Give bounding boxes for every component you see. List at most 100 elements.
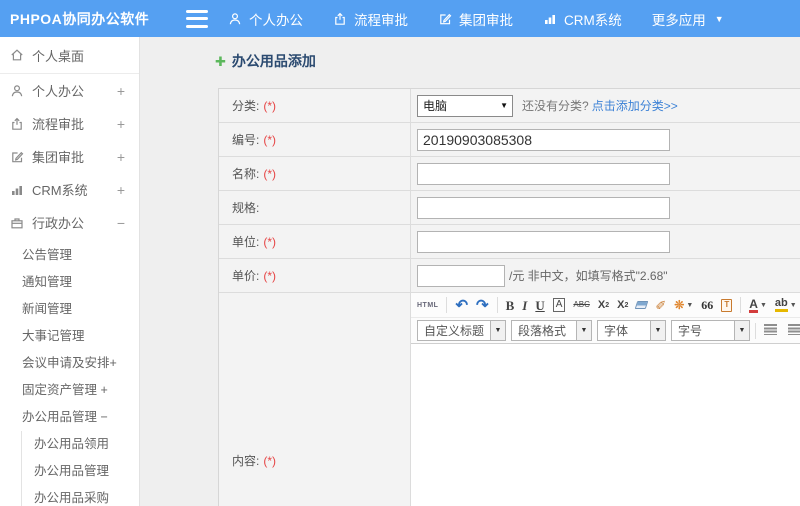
sidebar-item-announcement-mgmt[interactable]: 公告管理 xyxy=(0,242,139,269)
name-input[interactable] xyxy=(417,162,670,185)
price-input[interactable] xyxy=(417,264,505,287)
paste-as-text-icon[interactable]: T xyxy=(721,298,733,312)
sidebar-item-news-mgmt[interactable]: 新闻管理 xyxy=(0,296,139,323)
form-row-spec: 规格: xyxy=(219,191,800,225)
unit-label: 单位: (*) xyxy=(219,225,411,258)
superscript-button[interactable]: X2 xyxy=(598,299,609,311)
price-value-cell: /元 非中文，如填写格式"2.68" xyxy=(411,259,800,292)
sidebar-item-office-supplies-mgmt[interactable]: 办公用品管理 − xyxy=(0,404,139,431)
edit-icon xyxy=(438,12,452,26)
sidebar-item-events-mgmt[interactable]: 大事记管理 xyxy=(0,323,139,350)
select-caret-icon: ▼ xyxy=(500,101,508,110)
expand-plus-icon[interactable]: + xyxy=(117,182,125,198)
sidebar-item-fixed-assets-mgmt[interactable]: 固定资产管理 + xyxy=(0,377,139,404)
topnav-workflow-approval[interactable]: 流程审批 xyxy=(333,9,408,29)
italic-button[interactable]: I xyxy=(522,299,527,312)
required-mark: (*) xyxy=(263,166,277,181)
format-brush-icon[interactable]: ✐ xyxy=(655,299,666,312)
rich-text-editor: HTML ↶ ↷ B I U A ABC X2 X 2 ✐ ❊ ▼ 66 T A… xyxy=(411,293,800,506)
font-family-dropdown[interactable]: 字体 ▼ xyxy=(597,320,667,341)
font-color-button[interactable]: A ▼ xyxy=(749,298,767,313)
sidebar-item-label: CRM系统 xyxy=(32,183,88,198)
form-row-category: 分类: (*) 电脑 ▼ 还没有分类? 点击添加分类>> xyxy=(219,89,800,123)
unit-value-cell xyxy=(411,225,800,258)
underline-button[interactable]: U xyxy=(535,299,544,312)
add-category-link[interactable]: 点击添加分类>> xyxy=(592,97,678,114)
editor-content-area[interactable] xyxy=(411,344,800,506)
sidebar-item-supplies-management[interactable]: 办公用品管理 xyxy=(22,458,139,485)
sidebar-item-personal-desktop[interactable]: 个人桌面 xyxy=(0,37,139,74)
caret-down-icon: ▼ xyxy=(734,321,750,340)
category-selected-value: 电脑 xyxy=(423,99,448,113)
font-style-button[interactable]: A xyxy=(552,298,566,312)
expand-plus-icon[interactable]: + xyxy=(117,83,125,99)
sidebar-item-admin-office[interactable]: 行政办公 − xyxy=(0,206,139,239)
redo-icon[interactable]: ↷ xyxy=(476,298,489,313)
category-value-cell: 电脑 ▼ 还没有分类? 点击添加分类>> xyxy=(411,89,800,122)
expand-plus-icon[interactable]: + xyxy=(117,149,125,165)
code-value-cell xyxy=(411,123,800,156)
required-mark: (*) xyxy=(263,453,277,468)
sidebar-item-crm-system[interactable]: CRM系统 + xyxy=(0,173,139,206)
align-left-icon[interactable] xyxy=(761,321,780,340)
required-mark: (*) xyxy=(263,234,277,249)
home-icon xyxy=(10,48,24,62)
category-label: 分类: (*) xyxy=(219,89,411,122)
topnav-personal-office[interactable]: 个人办公 xyxy=(228,9,303,29)
sidebar-item-group-approval[interactable]: 集团审批 + xyxy=(0,140,139,173)
share-icon xyxy=(10,117,24,131)
caret-down-icon: ▼ xyxy=(759,301,767,309)
subscript-button[interactable]: X2 xyxy=(617,299,628,311)
paragraph-format-dropdown[interactable]: 段落格式 ▼ xyxy=(511,320,593,341)
form-row-name: 名称: (*) xyxy=(219,157,800,191)
topbar: PHPOA协同办公软件 个人办公 流程审批 集团审批 CRM系统 更多应用 ▼ xyxy=(0,0,800,37)
caret-down-icon: ▼ xyxy=(789,301,797,309)
main-content: ✚ 办公用品添加 分类: (*) 电脑 ▼ 还没有分类? 点击添加分类>> 编号… xyxy=(140,37,800,506)
add-icon: ✚ xyxy=(215,53,226,69)
bar-chart-icon xyxy=(10,183,24,197)
align-center-icon[interactable] xyxy=(785,321,800,340)
category-select[interactable]: 电脑 ▼ xyxy=(417,94,513,117)
sidebar-subsub-menu: 办公用品领用 办公用品管理 办公用品采购 xyxy=(21,431,139,506)
edit-icon xyxy=(10,150,24,164)
content-label: 内容: (*) xyxy=(219,293,411,506)
bold-button[interactable]: B xyxy=(506,299,515,312)
font-size-dropdown[interactable]: 字号 ▼ xyxy=(671,320,751,341)
sidebar-item-supplies-requisition[interactable]: 办公用品领用 xyxy=(22,431,139,458)
app-logo: PHPOA协同办公软件 xyxy=(10,10,150,27)
eraser-icon[interactable] xyxy=(635,301,649,309)
unit-input[interactable] xyxy=(417,230,670,253)
spec-value-cell xyxy=(411,191,800,224)
category-hint: 还没有分类? xyxy=(522,99,589,113)
sidebar-item-supplies-purchase[interactable]: 办公用品采购 xyxy=(22,485,139,506)
share-icon xyxy=(333,12,347,26)
price-format-hint: /元 非中文，如填写格式"2.68" xyxy=(509,269,668,283)
topnav-more-apps[interactable]: 更多应用 ▼ xyxy=(652,9,724,29)
undo-icon[interactable]: ↶ xyxy=(455,298,468,313)
sidebar-item-notice-mgmt[interactable]: 通知管理 xyxy=(0,269,139,296)
sidebar-item-personal-office[interactable]: 个人办公 + xyxy=(0,74,139,107)
code-input[interactable] xyxy=(417,128,670,151)
sidebar-item-label: 集团审批 xyxy=(32,150,85,165)
blockquote-button[interactable]: 66 xyxy=(701,299,713,311)
strikethrough-button[interactable]: ABC xyxy=(573,301,589,309)
briefcase-icon xyxy=(10,216,24,230)
custom-heading-dropdown[interactable]: 自定义标题 ▼ xyxy=(417,320,507,341)
autoformat-wand-icon[interactable]: ❊ ▼ xyxy=(674,299,693,311)
sidebar-item-meeting-mgmt[interactable]: 会议申请及安排+ xyxy=(0,350,139,377)
expand-plus-icon[interactable]: + xyxy=(117,116,125,132)
spec-input[interactable] xyxy=(417,196,670,219)
sidebar-item-label: 个人桌面 xyxy=(32,48,85,64)
name-value-cell xyxy=(411,157,800,190)
topnav-group-approval[interactable]: 集团审批 xyxy=(438,9,513,29)
topnav-crm-system[interactable]: CRM系统 xyxy=(543,9,622,29)
price-label: 单价: (*) xyxy=(219,259,411,292)
menu-toggle-icon[interactable] xyxy=(186,9,208,28)
expand-minus-icon[interactable]: − xyxy=(117,215,125,231)
highlight-color-button[interactable]: ab ▼ xyxy=(774,298,797,312)
html-source-button[interactable]: HTML xyxy=(417,302,438,309)
code-label: 编号: (*) xyxy=(219,123,411,156)
caret-down-icon: ▼ xyxy=(714,13,724,24)
top-navigation: 个人办公 流程审批 集团审批 CRM系统 更多应用 ▼ xyxy=(228,9,754,29)
sidebar-item-workflow-approval[interactable]: 流程审批 + xyxy=(0,107,139,140)
